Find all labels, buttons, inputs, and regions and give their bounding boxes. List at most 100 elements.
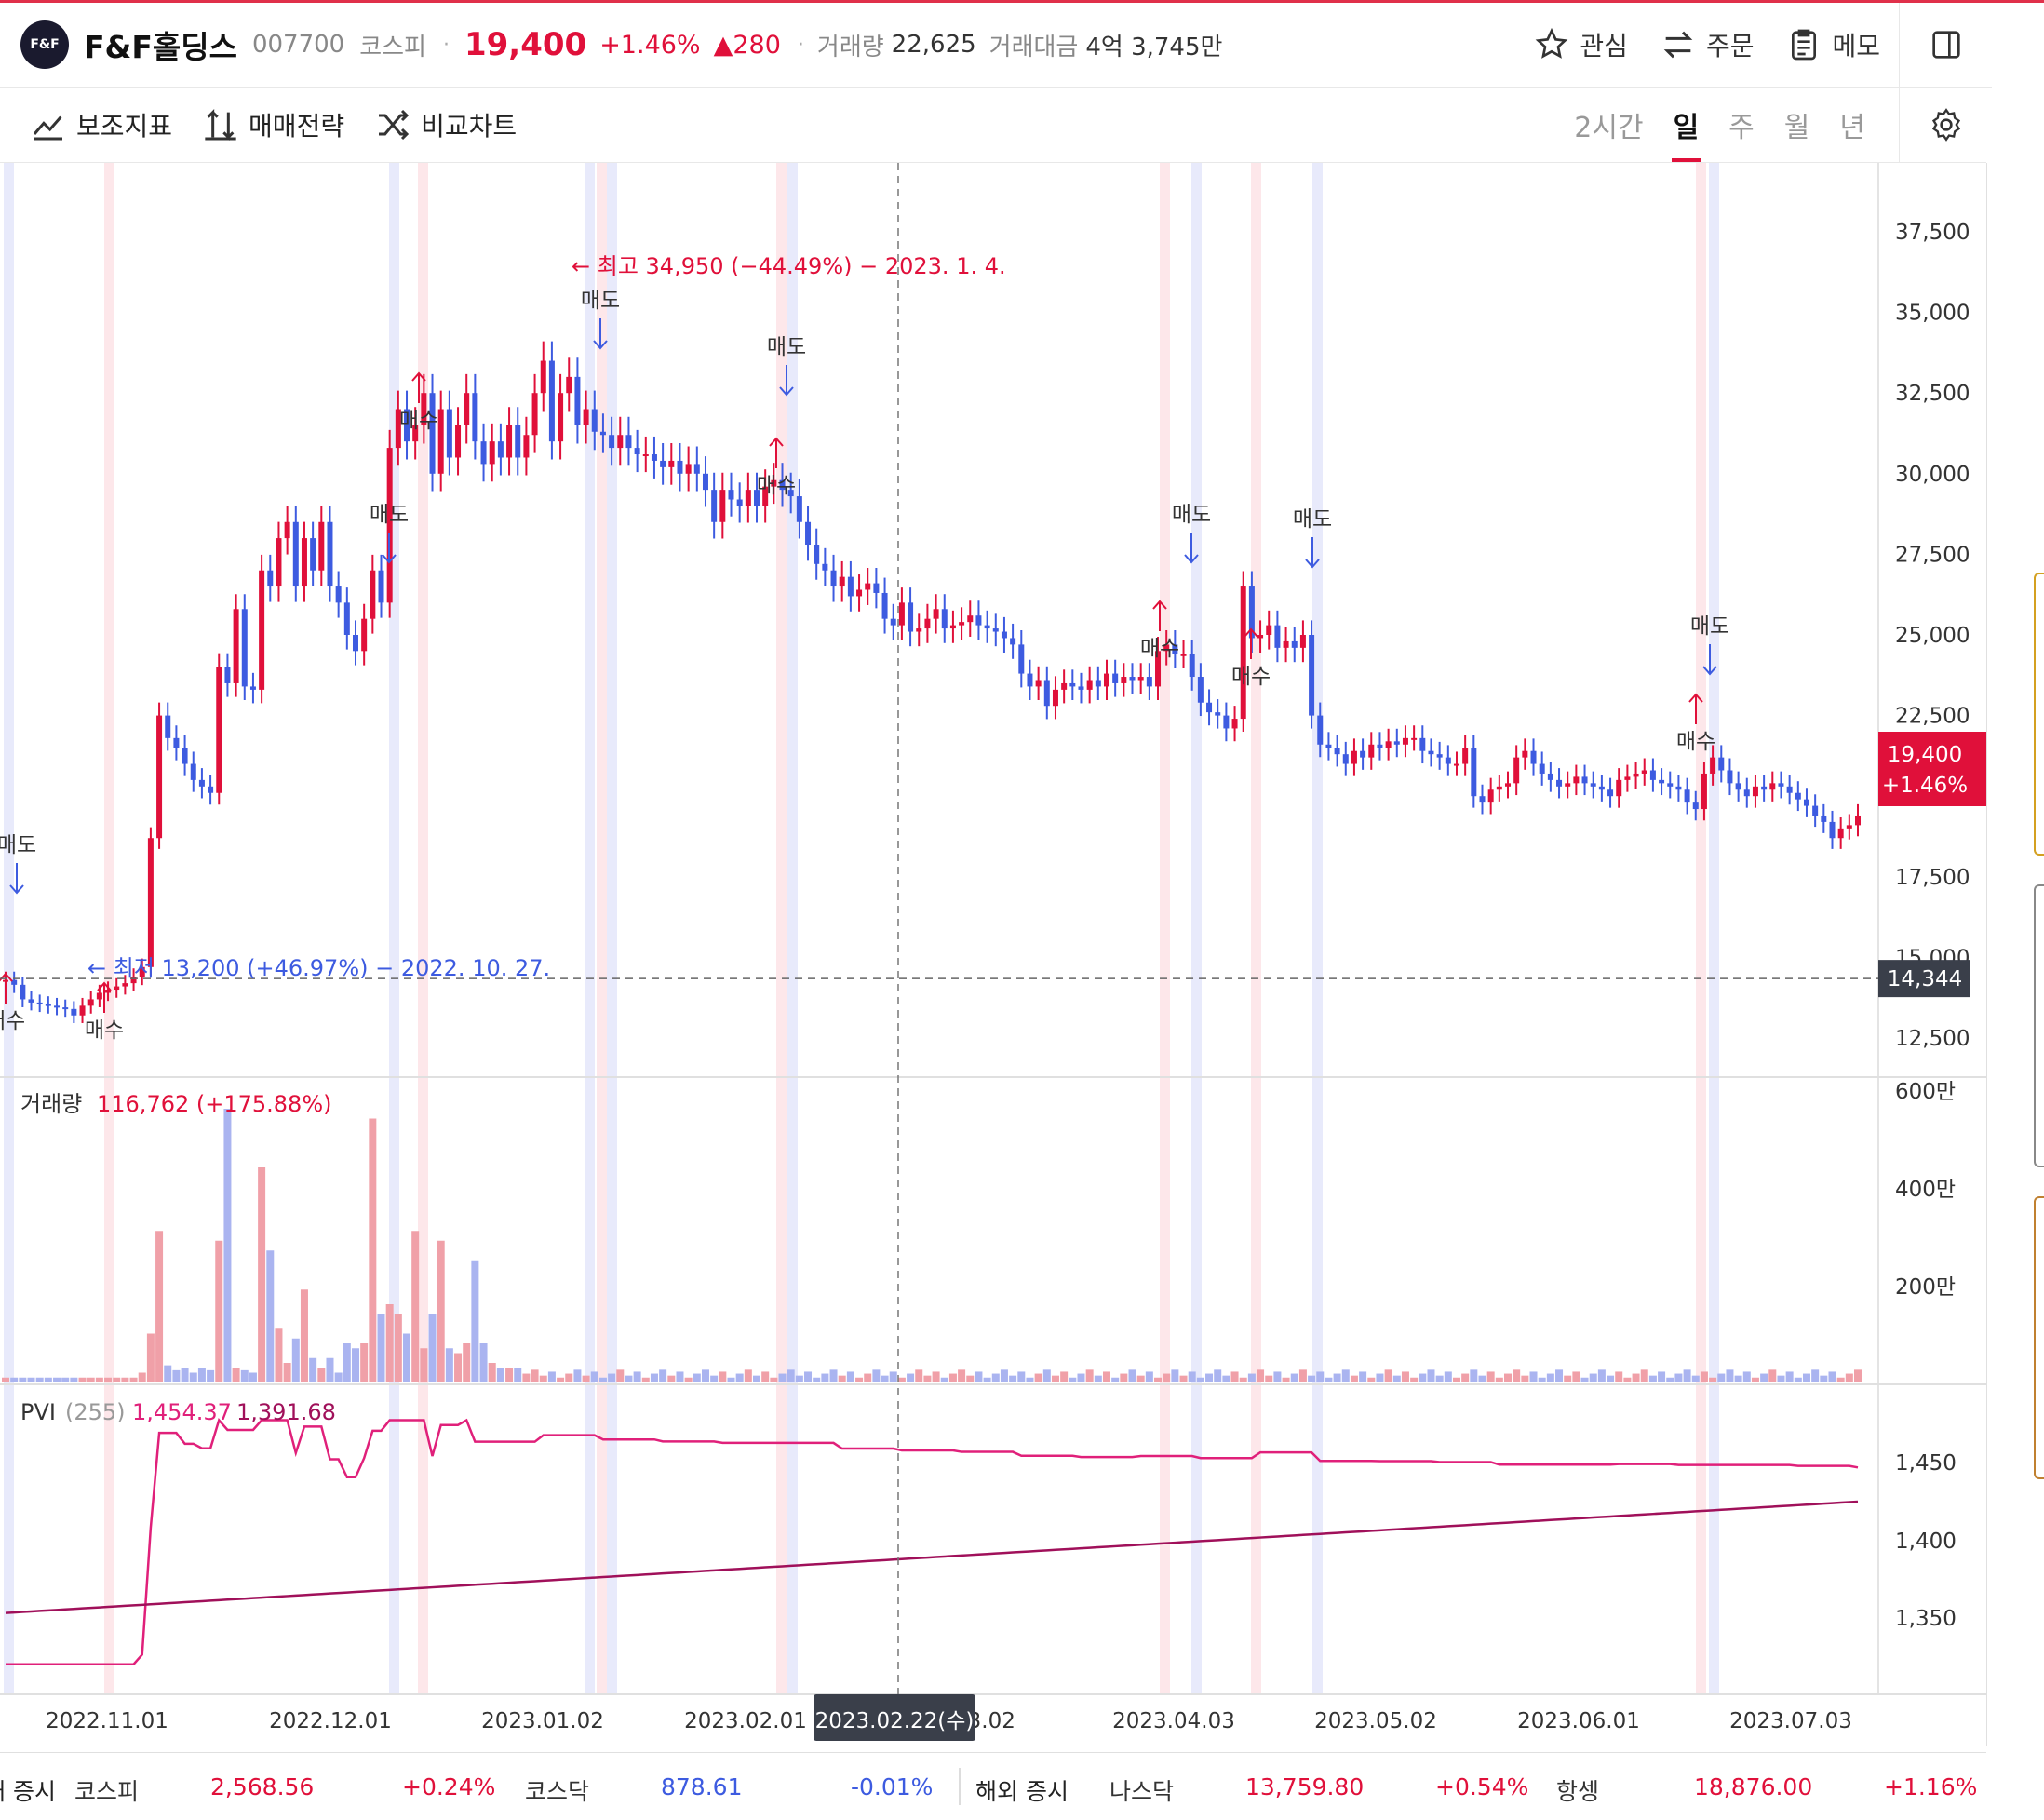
- candle-body: [1556, 779, 1563, 787]
- volume-bar: [1452, 1377, 1460, 1382]
- price-axis-label: 37,500: [1895, 221, 1970, 245]
- sell-signal-label: 매도: [1172, 503, 1211, 527]
- candle-body: [284, 521, 290, 539]
- volume-bar: [1376, 1373, 1384, 1382]
- volume-bar: [770, 1377, 778, 1382]
- volume-bar: [1359, 1371, 1367, 1382]
- candle-body: [1590, 783, 1596, 787]
- candle-body: [480, 441, 487, 465]
- candle-body: [1419, 737, 1426, 751]
- volume-bar: [813, 1377, 821, 1382]
- candle-body: [992, 628, 999, 632]
- candle-body: [114, 986, 120, 991]
- kosdaq-change: -0.01%: [851, 1773, 934, 1800]
- volume-bar: [146, 1333, 155, 1382]
- candle-body: [916, 628, 922, 632]
- volume-bar: [897, 1377, 906, 1382]
- buy-signal-label: 매수: [1676, 730, 1715, 754]
- candle-body: [898, 602, 905, 626]
- candle-body: [625, 435, 632, 449]
- candle-body: [651, 454, 657, 461]
- candle-body: [1189, 654, 1195, 678]
- volume-bar: [744, 1369, 752, 1382]
- candle-body: [984, 625, 990, 629]
- reference-price-tag-value: 14,344: [1888, 967, 1962, 991]
- volume-bar: [1111, 1377, 1120, 1382]
- nasdaq-value: 13,759.80: [1245, 1773, 1365, 1800]
- volume-bar: [1632, 1373, 1640, 1382]
- volume-bar: [1811, 1369, 1820, 1382]
- candle-body: [599, 431, 606, 436]
- candle-body: [856, 589, 863, 597]
- candle-body: [1513, 757, 1520, 784]
- candle-body: [1223, 715, 1230, 729]
- volume-bar: [1145, 1371, 1153, 1382]
- volume-bar: [735, 1373, 744, 1382]
- volume-axis-200: 200만: [1895, 1275, 1956, 1300]
- candle-body: [318, 521, 325, 571]
- volume-bar: [385, 1304, 394, 1382]
- nasdaq-label: 나스닥: [1109, 1778, 1175, 1805]
- volume-bar: [1247, 1373, 1256, 1382]
- candle-body: [1701, 773, 1707, 810]
- volume-bar: [95, 1377, 103, 1382]
- candle-body: [122, 983, 128, 987]
- candle-body: [702, 473, 708, 491]
- candle-body: [1581, 776, 1588, 784]
- candle-body: [20, 984, 26, 1000]
- volume-bar: [838, 1375, 846, 1382]
- chart-area[interactable]: 매도매도매도매도매도매도매도매수매수매수매수매수매수매수 37,50035,00…: [0, 0, 2044, 1752]
- volume-bar: [1717, 1373, 1726, 1382]
- sell-signal-label: 매도: [767, 335, 806, 359]
- candle-body: [1351, 750, 1357, 764]
- kospi-value: 2,568.56: [210, 1773, 315, 1800]
- volume-bar: [659, 1369, 667, 1382]
- candle-body: [890, 618, 896, 626]
- volume-bar: [283, 1363, 291, 1382]
- candle-body: [370, 570, 376, 619]
- candle-body: [1803, 799, 1809, 806]
- volume-bar: [608, 1373, 616, 1382]
- candle-body: [574, 376, 581, 425]
- candle-body: [805, 521, 812, 546]
- date-axis-label: 2023.01.02: [481, 1709, 604, 1733]
- candle-body: [1718, 757, 1725, 771]
- price-axis-label: 30,000: [1895, 463, 1970, 487]
- volume-bar: [1120, 1373, 1128, 1382]
- candle-body: [515, 425, 521, 458]
- candle-body: [1027, 673, 1033, 687]
- volume-bar: [932, 1371, 940, 1382]
- price-axis-label: 35,000: [1895, 302, 1970, 326]
- candle-body: [642, 454, 649, 457]
- volume-bar: [240, 1369, 249, 1382]
- volume-bar: [1298, 1369, 1307, 1382]
- candle-body: [198, 779, 205, 787]
- volume-bar: [710, 1375, 719, 1382]
- volume-bar: [693, 1373, 701, 1382]
- candle-body: [1496, 786, 1502, 790]
- candle-body: [62, 1007, 69, 1010]
- volume-bar: [1658, 1371, 1666, 1382]
- candle-body: [839, 576, 845, 587]
- volume-bar: [531, 1369, 539, 1382]
- volume-bar: [1435, 1375, 1444, 1382]
- candle-body: [1795, 792, 1801, 800]
- volume-bar: [1017, 1371, 1026, 1382]
- volume-bar: [1845, 1373, 1853, 1382]
- candle-body: [1710, 757, 1716, 774]
- buy-signal-label: 매수: [85, 1018, 124, 1043]
- price-axis-label: 25,000: [1895, 624, 1970, 648]
- candle-body: [1436, 754, 1443, 758]
- volume-bar: [35, 1377, 44, 1382]
- candle-body: [1052, 689, 1058, 707]
- volume-bar: [650, 1373, 658, 1382]
- volume-bar: [1546, 1373, 1554, 1382]
- low-annotation: ← 최저 13,200 (+46.97%) − 2022. 10. 27.: [87, 955, 550, 981]
- candle-body: [1137, 677, 1144, 681]
- candle-body: [208, 786, 214, 793]
- buy-signal-label: 매수: [1140, 637, 1179, 661]
- candle-body: [566, 376, 572, 394]
- candle-body: [1018, 644, 1025, 674]
- candle-body: [1453, 763, 1459, 766]
- volume-bar: [19, 1377, 27, 1382]
